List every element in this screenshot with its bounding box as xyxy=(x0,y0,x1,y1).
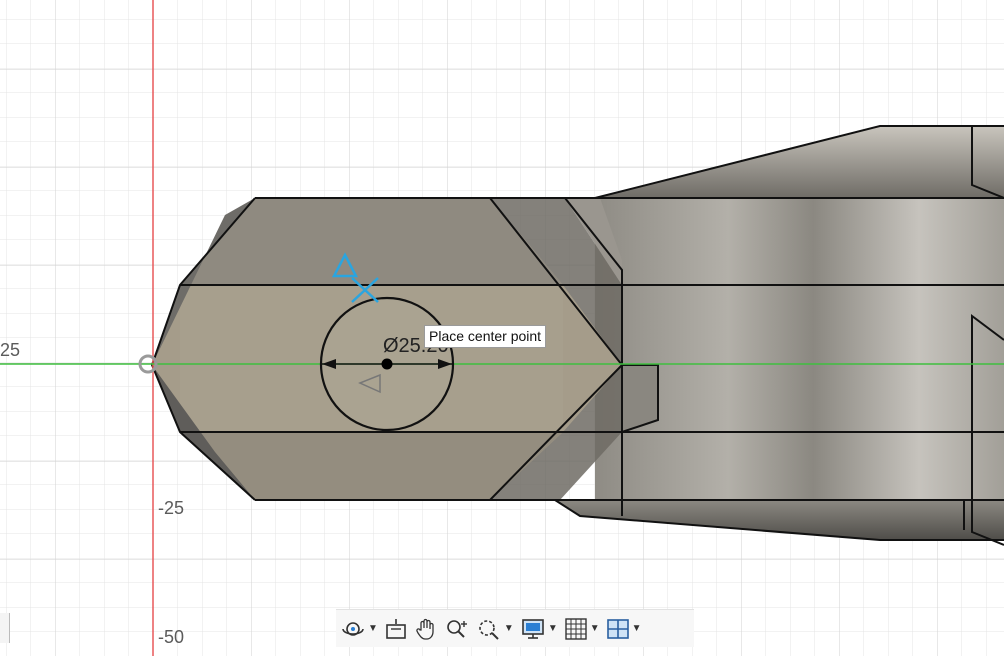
pan-button[interactable] xyxy=(414,614,438,644)
look-at-button[interactable] xyxy=(384,614,408,644)
browser-collapse-tab[interactable] xyxy=(0,613,10,643)
display-settings-button[interactable]: ▼ xyxy=(520,614,558,644)
tooltip-place-center: Place center point xyxy=(424,325,547,348)
pan-hand-icon xyxy=(416,618,434,640)
zoom-window-icon xyxy=(479,619,499,640)
zoom-icon xyxy=(447,619,467,638)
axis-label-neg50: -50 xyxy=(158,627,185,647)
orbit-button[interactable]: ▼ xyxy=(340,614,378,644)
display-monitor-icon xyxy=(522,618,544,639)
grid-snaps-button[interactable]: ▼ xyxy=(564,614,600,644)
viewports-button[interactable]: ▼ xyxy=(606,614,642,644)
display-dropdown-caret[interactable]: ▼ xyxy=(548,623,558,634)
orbit-icon xyxy=(342,621,364,636)
grid-icon xyxy=(565,617,587,640)
zoom-dropdown-caret[interactable]: ▼ xyxy=(504,623,514,634)
canvas-viewport[interactable]: 25 -25 -50 Ø25.20 Place center point xyxy=(0,0,1004,656)
axis-label-neg25: -25 xyxy=(158,498,185,518)
sketch-circle-preview xyxy=(319,296,455,432)
zoom-window-button[interactable]: ▼ xyxy=(476,614,514,644)
look-at-icon xyxy=(386,618,406,639)
zoom-button[interactable] xyxy=(444,614,470,644)
axis-label-25: 25 xyxy=(0,340,21,360)
viewports-icon xyxy=(606,618,629,639)
grid-dropdown-caret[interactable]: ▼ xyxy=(590,623,600,634)
viewports-dropdown-caret[interactable]: ▼ xyxy=(632,623,642,634)
navigation-toolbar: ▼ ▼ ▼ ▼ ▼ xyxy=(336,609,694,647)
orbit-dropdown-caret[interactable]: ▼ xyxy=(368,623,378,634)
